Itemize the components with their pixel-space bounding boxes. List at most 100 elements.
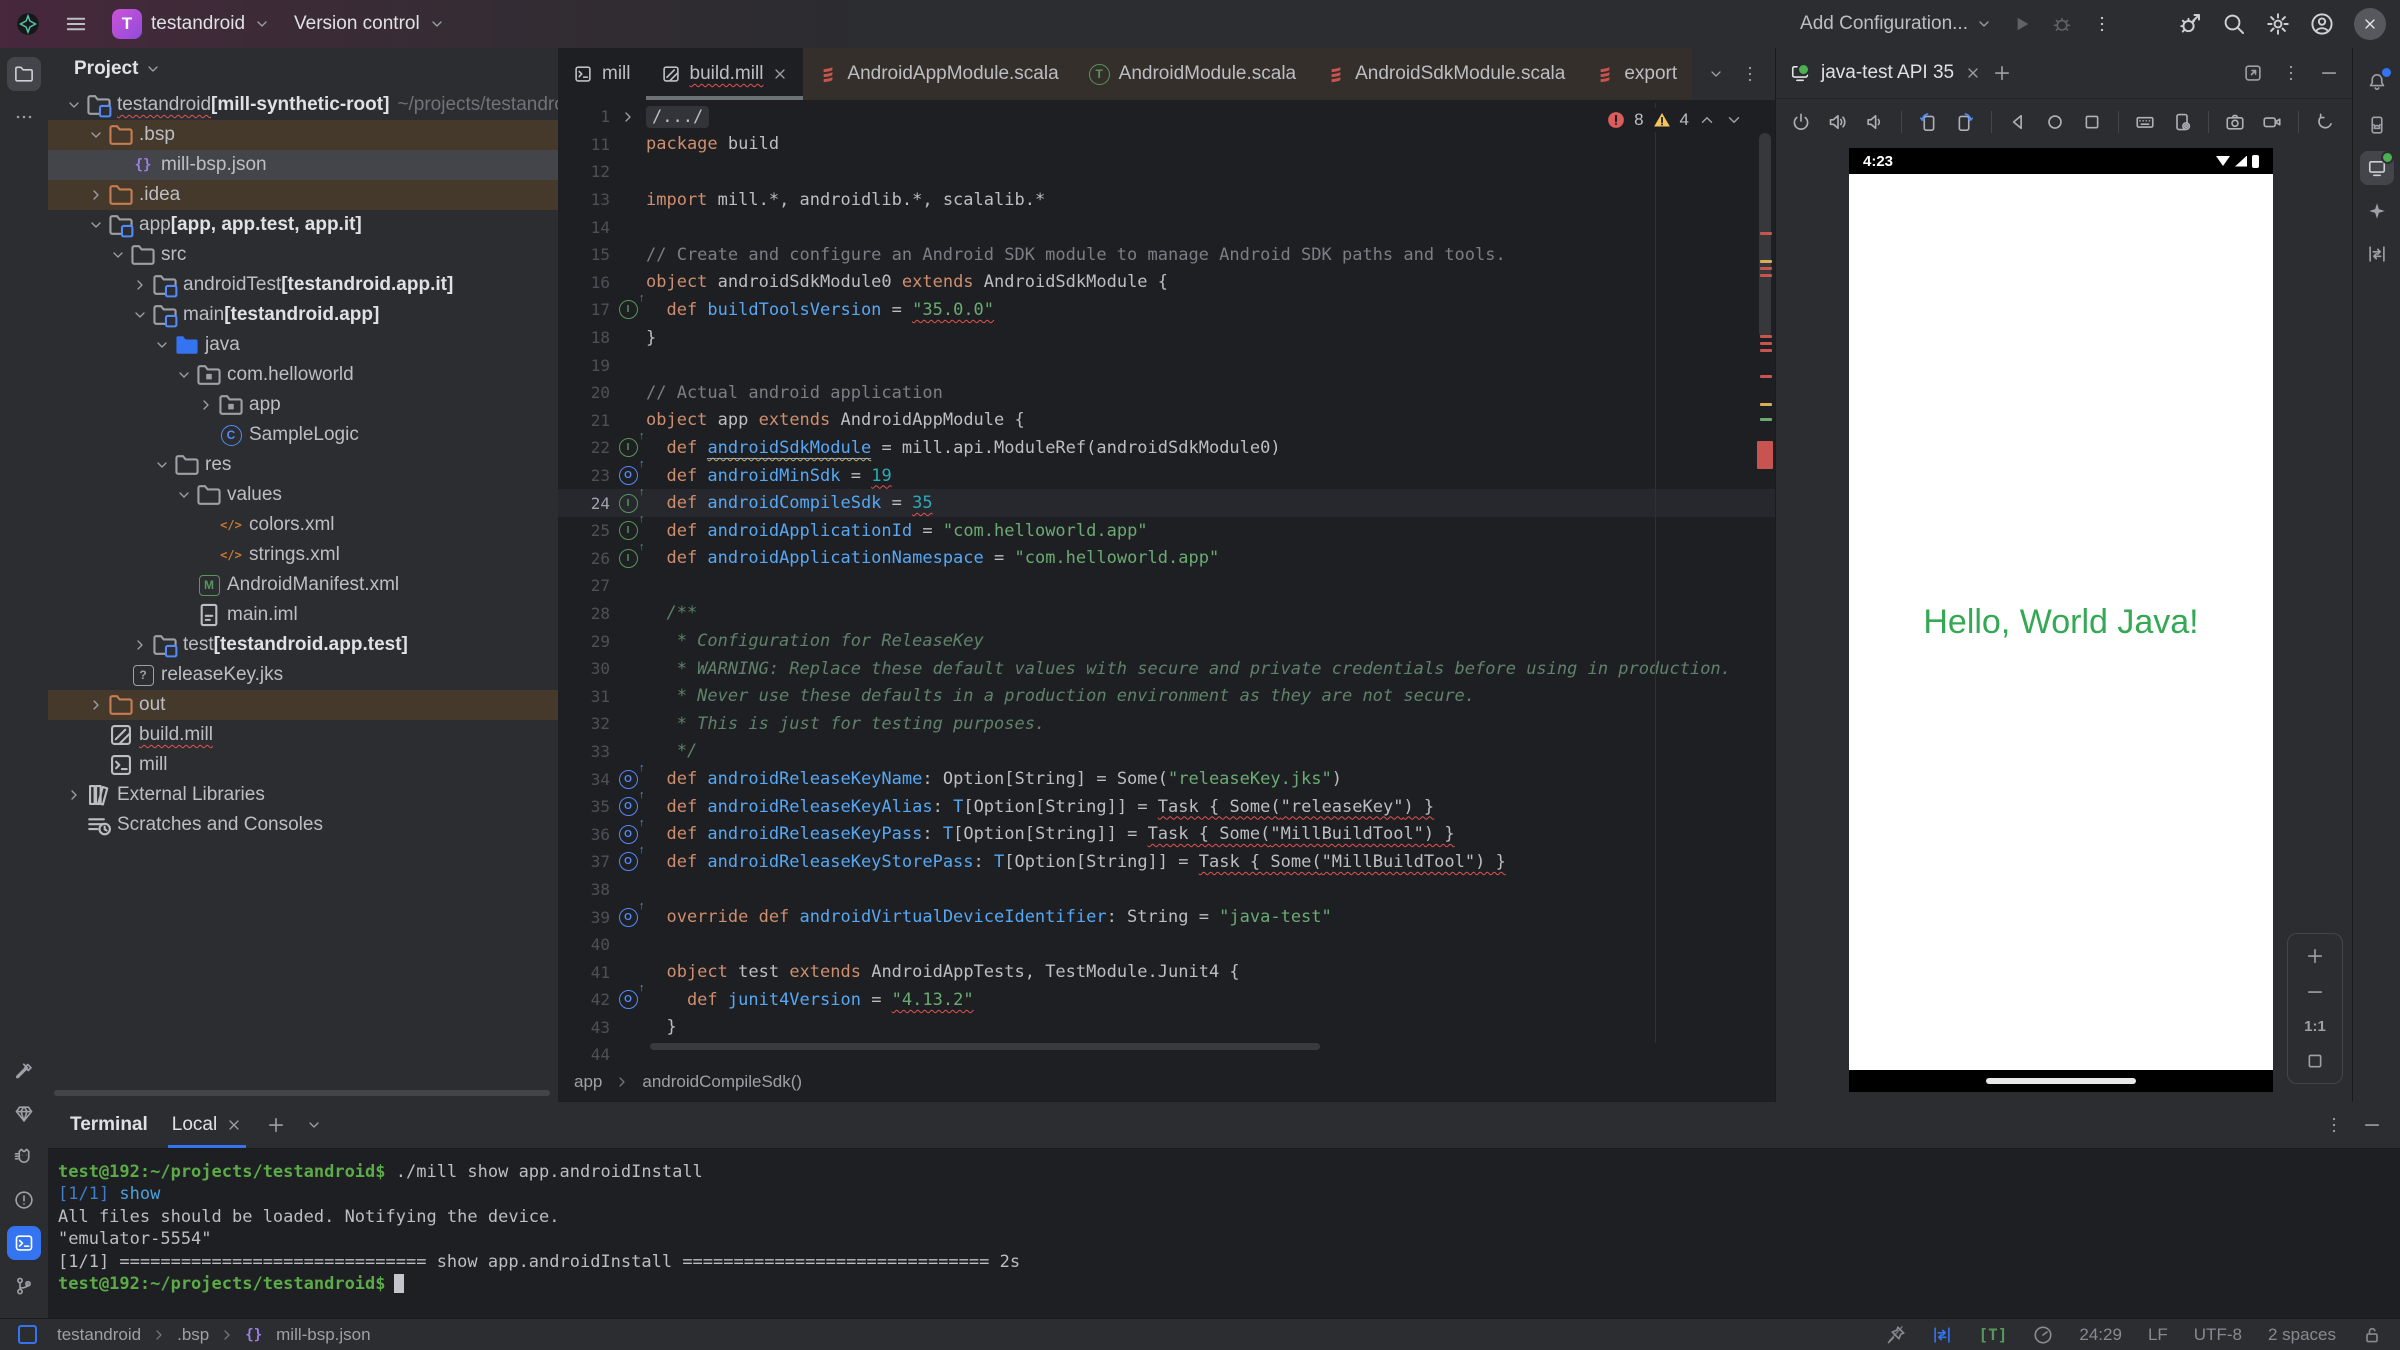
chevron-down-icon[interactable] bbox=[150, 337, 174, 353]
project-hscrollbar[interactable] bbox=[54, 1090, 550, 1096]
gemini-button[interactable] bbox=[2360, 194, 2394, 228]
chevron-right-icon[interactable] bbox=[62, 787, 86, 803]
settings-button[interactable] bbox=[2266, 12, 2290, 36]
lock-icon[interactable] bbox=[2362, 1325, 2382, 1345]
code-line[interactable]: 43 } bbox=[558, 1014, 1775, 1042]
tree-row[interactable]: main.iml bbox=[48, 600, 558, 630]
vcs-widget[interactable]: Version control bbox=[294, 13, 445, 35]
open-in-window-icon[interactable] bbox=[2243, 63, 2263, 83]
code-line[interactable]: 25I↑ def androidApplicationId = "com.hel… bbox=[558, 517, 1775, 545]
inspections-widget[interactable]: 8 4 bbox=[1601, 108, 1749, 132]
tree-row[interactable]: </>colors.xml bbox=[48, 510, 558, 540]
rotate-right-button[interactable] bbox=[1950, 107, 1980, 137]
chevron-down-icon[interactable] bbox=[306, 1117, 322, 1133]
override-marker-icon[interactable]: O↑ bbox=[619, 990, 638, 1009]
chevron-down-icon[interactable] bbox=[172, 367, 196, 383]
code-line[interactable]: 15// Create and configure an Android SDK… bbox=[558, 241, 1775, 269]
tree-row[interactable]: main [testandroid.app] bbox=[48, 300, 558, 330]
stripe-mark[interactable] bbox=[1760, 375, 1772, 378]
stripe-mark[interactable] bbox=[1760, 349, 1772, 352]
stripe-mark[interactable] bbox=[1760, 335, 1772, 338]
tree-row[interactable]: app bbox=[48, 390, 558, 420]
version-control-tool-button[interactable] bbox=[7, 1269, 41, 1303]
code-line[interactable]: 17I↑ def buildToolsVersion = "35.0.0" bbox=[558, 296, 1775, 324]
code-line[interactable]: 34O↑ def androidReleaseKeyName: Option[S… bbox=[558, 765, 1775, 793]
keyboard-button[interactable] bbox=[2130, 107, 2160, 137]
gesture-pill[interactable] bbox=[1986, 1078, 2136, 1084]
tree-row[interactable]: MAndroidManifest.xml bbox=[48, 570, 558, 600]
tree-row[interactable]: </>strings.xml bbox=[48, 540, 558, 570]
more-tools-button[interactable] bbox=[7, 100, 41, 134]
rotate-left-button[interactable] bbox=[1913, 107, 1943, 137]
editor-tab[interactable]: build.mill bbox=[646, 48, 804, 100]
chevron-down-icon[interactable] bbox=[172, 487, 196, 503]
tree-row[interactable]: {}mill-bsp.json bbox=[48, 150, 558, 180]
breadcrumb[interactable]: androidCompileSdk() bbox=[642, 1072, 802, 1092]
code-line[interactable]: 26I↑ def androidApplicationNamespace = "… bbox=[558, 545, 1775, 573]
implement-marker-icon[interactable]: I↑ bbox=[619, 438, 638, 457]
status-breadcrumb[interactable]: testandroid bbox=[57, 1325, 141, 1345]
kebab-icon[interactable] bbox=[2324, 1115, 2344, 1135]
project-widget[interactable]: T testandroid bbox=[112, 9, 270, 39]
account-button[interactable] bbox=[2310, 12, 2334, 36]
file-encoding[interactable]: UTF-8 bbox=[2194, 1325, 2242, 1345]
code-line[interactable]: 32 * This is just for testing purposes. bbox=[558, 710, 1775, 738]
run-button[interactable] bbox=[2012, 14, 2032, 34]
add-device-icon[interactable] bbox=[1992, 63, 2012, 83]
terminal-tab-local[interactable]: Local bbox=[168, 1102, 246, 1148]
code-editor[interactable]: 1/.../11package build1213import mill.*, … bbox=[558, 103, 1775, 1069]
chevron-right-icon[interactable] bbox=[128, 637, 152, 653]
override-marker-icon[interactable]: O↑ bbox=[619, 466, 638, 485]
close-icon[interactable] bbox=[1965, 65, 1981, 81]
code-line[interactable]: 33 */ bbox=[558, 738, 1775, 766]
caret-position[interactable]: 24:29 bbox=[2079, 1325, 2122, 1345]
logcat-tool-button[interactable] bbox=[7, 1140, 41, 1174]
gauge-icon[interactable] bbox=[2033, 1325, 2053, 1345]
code-line[interactable]: 27 bbox=[558, 572, 1775, 600]
code-line[interactable]: 38 bbox=[558, 876, 1775, 904]
running-devices-button[interactable] bbox=[2360, 151, 2394, 185]
override-marker-icon[interactable]: O↑ bbox=[619, 770, 638, 789]
chevron-right-icon[interactable] bbox=[128, 277, 152, 293]
kebab-icon[interactable] bbox=[2281, 63, 2301, 83]
code-line[interactable]: 30 * WARNING: Replace these default valu… bbox=[558, 655, 1775, 683]
code-line[interactable]: 20// Actual android application bbox=[558, 379, 1775, 407]
video-button[interactable] bbox=[2257, 107, 2287, 137]
code-line[interactable]: 16object androidSdkModule0 extends Andro… bbox=[558, 269, 1775, 297]
code-line[interactable]: 41 object test extends AndroidAppTests, … bbox=[558, 958, 1775, 986]
tree-row[interactable]: app [app, app.test, app.it] bbox=[48, 210, 558, 240]
stripe-mark[interactable] bbox=[1760, 403, 1772, 406]
window-close-button[interactable] bbox=[2354, 8, 2386, 40]
project-panel-header[interactable]: Project bbox=[48, 48, 558, 90]
override-marker-icon[interactable]: O↑ bbox=[619, 825, 638, 844]
status-breadcrumb[interactable]: .bsp bbox=[177, 1325, 209, 1345]
search-everywhere-button[interactable] bbox=[2222, 12, 2246, 36]
indent-swap-icon[interactable] bbox=[1932, 1325, 1952, 1345]
editor-tab[interactable]: mill bbox=[558, 48, 646, 100]
terminal-output[interactable]: test@192:~/projects/testandroid$ ./mill … bbox=[48, 1149, 2400, 1295]
implement-marker-icon[interactable]: I↑ bbox=[619, 521, 638, 540]
editor-hscrollbar[interactable] bbox=[650, 1043, 1320, 1050]
chevron-right-icon[interactable] bbox=[194, 397, 218, 413]
tree-row[interactable]: java bbox=[48, 330, 558, 360]
code-line[interactable]: 21object app extends AndroidAppModule { bbox=[558, 407, 1775, 435]
project-tool-button[interactable] bbox=[7, 57, 41, 91]
chevron-down-icon[interactable] bbox=[150, 457, 174, 473]
code-line[interactable]: 23O↑ def androidMinSdk = 19 bbox=[558, 462, 1775, 490]
code-line[interactable]: 39O↑ override def androidVirtualDeviceId… bbox=[558, 903, 1775, 931]
new-terminal-icon[interactable] bbox=[266, 1115, 286, 1135]
code-line[interactable]: 18} bbox=[558, 324, 1775, 352]
stripe-mark[interactable] bbox=[1760, 267, 1772, 270]
tree-row[interactable]: External Libraries bbox=[48, 780, 558, 810]
code-line[interactable]: 12 bbox=[558, 158, 1775, 186]
camera-button[interactable] bbox=[2220, 107, 2250, 137]
chevron-up-icon[interactable] bbox=[1698, 111, 1716, 129]
close-icon[interactable] bbox=[226, 1117, 242, 1133]
build-tool-button[interactable] bbox=[7, 1054, 41, 1088]
minimize-icon[interactable] bbox=[2362, 1115, 2382, 1135]
code-line[interactable]: 1/.../ bbox=[558, 103, 1775, 131]
implement-marker-icon[interactable]: I↑ bbox=[619, 549, 638, 568]
minimize-icon[interactable] bbox=[2319, 63, 2339, 83]
power-button[interactable] bbox=[1786, 107, 1816, 137]
chevron-down-icon[interactable] bbox=[1725, 111, 1743, 129]
